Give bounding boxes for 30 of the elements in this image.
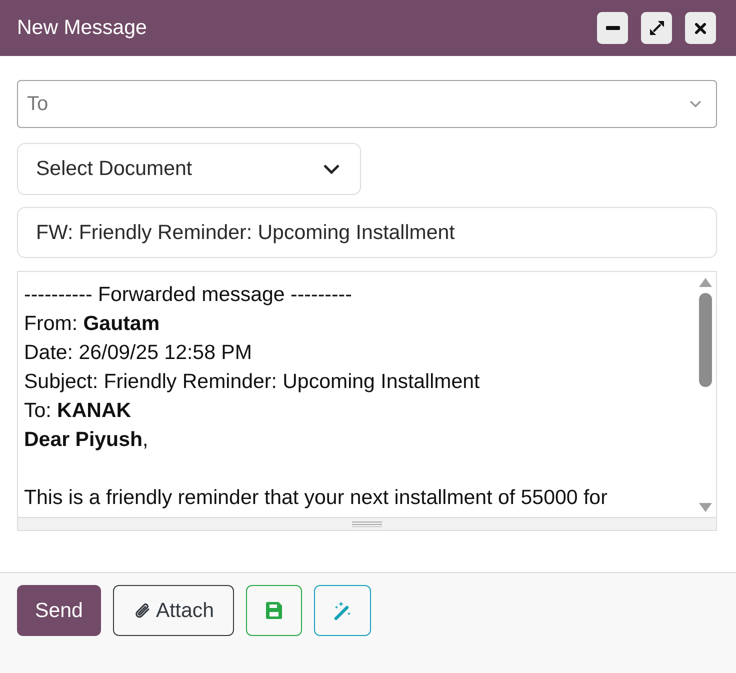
recipient-field[interactable]: To (17, 80, 717, 128)
scroll-up-arrow-icon (698, 278, 712, 287)
message-line: To: KANAK (24, 398, 132, 424)
save-button[interactable] (246, 585, 302, 636)
attach-button[interactable]: Attach (113, 585, 234, 636)
maximize-button[interactable] (641, 12, 672, 44)
paperclip-icon (132, 602, 151, 620)
resize-grip-icon (352, 521, 382, 527)
scrollbar-thumb[interactable] (698, 293, 712, 387)
chevron-down-icon (689, 100, 702, 108)
message-line: ---------- Forwarded message --------- (24, 282, 352, 308)
message-line: Subject: Friendly Reminder: Upcoming Installment (24, 369, 480, 395)
close-button[interactable] (685, 12, 716, 44)
document-select[interactable]: Select Document (17, 143, 361, 195)
message-line: This is a friendly reminder that your next installment of 55000 for (24, 485, 608, 511)
send-button[interactable]: Send (17, 585, 101, 636)
minimize-icon (606, 26, 620, 30)
close-icon (695, 22, 706, 34)
minimize-button[interactable] (597, 12, 628, 44)
window-title: New Message (17, 16, 147, 40)
scroll-down-arrow-icon (698, 503, 712, 512)
message-line: From: Gautam (24, 311, 160, 337)
chevron-down-icon (323, 164, 340, 174)
magic-wand-icon (333, 601, 352, 620)
expand-icon (650, 21, 664, 35)
message-line: Date: 26/09/25 12:58 PM (24, 340, 252, 366)
magic-button[interactable] (314, 585, 371, 636)
subject-field[interactable]: FW: Friendly Reminder: Upcoming Installment (17, 207, 717, 258)
select-value: Select Document (36, 157, 192, 181)
message-line: Dear Piyush, (24, 427, 148, 453)
